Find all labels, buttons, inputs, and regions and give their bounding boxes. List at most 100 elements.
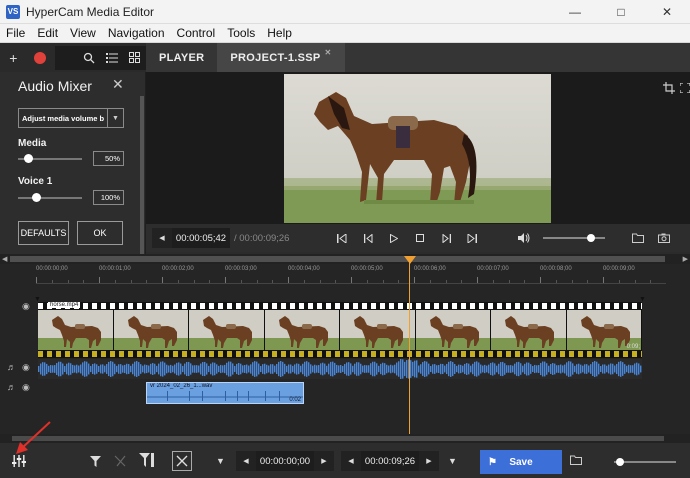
blank-tool-button[interactable]: [55, 45, 79, 70]
ruler-minor-tick: [193, 280, 195, 283]
menu-edit[interactable]: Edit: [31, 26, 64, 40]
close-window-button[interactable]: ✕: [644, 0, 690, 24]
video-clip[interactable]: horse.mp4 0:09;: [38, 302, 642, 358]
stop-icon[interactable]: [407, 234, 433, 242]
voice-channel-label: Voice 1: [18, 176, 53, 187]
volume-icon[interactable]: [511, 233, 537, 243]
timeline-zoom-slider[interactable]: [614, 457, 676, 467]
time-prev-arrow-icon[interactable]: ◀: [152, 228, 172, 248]
range-start-next-icon[interactable]: ▶: [314, 451, 334, 471]
fullscreen-icon[interactable]: [680, 77, 690, 99]
ruler-tick-label: 00:00:04;00: [288, 266, 320, 272]
ruler-tick-label: 00:00:05;00: [351, 266, 383, 272]
add-icon[interactable]: +: [2, 46, 25, 70]
play-icon[interactable]: [381, 233, 407, 243]
close-tab-icon[interactable]: ✕: [325, 48, 332, 57]
close-icon[interactable]: ✕: [112, 76, 124, 93]
mixer-title: Audio Mixer: [18, 78, 92, 94]
menu-file[interactable]: File: [0, 26, 31, 40]
save-label: Save: [509, 456, 533, 468]
ruler-minor-tick: [114, 280, 116, 283]
step-forward-icon[interactable]: [433, 233, 459, 243]
grid-view-icon[interactable]: [123, 45, 147, 70]
minimize-button[interactable]: —: [552, 0, 598, 24]
timeline-bottom-scroll-thumb[interactable]: [12, 436, 664, 441]
mark-selection-icon[interactable]: [172, 451, 192, 471]
split-disabled-icon[interactable]: [113, 454, 127, 468]
voice-volume-field[interactable]: 100%: [93, 190, 124, 205]
range-end-time[interactable]: 00:00:09;26: [361, 456, 419, 467]
media-audio-track[interactable]: [38, 359, 642, 379]
title-bar: VS HyperCam Media Editor — □ ✕: [0, 0, 690, 24]
menu-help[interactable]: Help: [261, 26, 298, 40]
player-volume-knob[interactable]: [586, 234, 595, 242]
defaults-button[interactable]: DEFAULTS: [18, 221, 69, 245]
output-folder-icon[interactable]: [570, 455, 582, 465]
ruler-tick: [414, 277, 415, 283]
playhead-handle[interactable]: [404, 256, 416, 264]
step-back-icon[interactable]: [355, 233, 381, 243]
record-button[interactable]: [29, 46, 52, 70]
range-end-next-icon[interactable]: ▶: [419, 451, 439, 471]
voice-volume-slider[interactable]: [18, 193, 82, 202]
timeline-top-scrollbar[interactable]: ◀ ▶: [0, 254, 690, 264]
ruler-tick: [36, 277, 37, 283]
left-panel-scrollbar[interactable]: [140, 96, 144, 256]
media-volume-slider[interactable]: [18, 154, 82, 163]
tab-project[interactable]: PROJECT-1.SSP ✕: [217, 43, 345, 72]
ruler-tick-label: 00:00:00;00: [36, 266, 68, 272]
voice-track-eye-icon[interactable]: ◉: [22, 382, 30, 393]
ruler-minor-tick: [366, 280, 368, 283]
audio-track-speaker-icon[interactable]: ♬: [7, 362, 16, 372]
mixer-mode-select[interactable]: Adjust media volume b ▼: [18, 108, 124, 128]
voice-track-speaker-icon[interactable]: ♬: [7, 382, 16, 392]
scroll-left-arrow-icon[interactable]: ◀: [2, 255, 7, 263]
trim-marker-icon[interactable]: [138, 451, 156, 469]
ruler-tick: [603, 277, 604, 283]
ruler-minor-tick: [508, 280, 510, 283]
ruler-tick: [162, 277, 163, 283]
list-view-icon[interactable]: [100, 45, 124, 70]
range-filter-start-icon[interactable]: ▼: [216, 456, 225, 466]
tab-player[interactable]: PLAYER: [146, 43, 217, 72]
voice-slider-knob[interactable]: [31, 193, 41, 202]
range-start-prev-icon[interactable]: ◀: [236, 451, 256, 471]
range-end-prev-icon[interactable]: ◀: [341, 451, 361, 471]
skip-to-start-icon[interactable]: [329, 233, 355, 243]
folder-icon[interactable]: [625, 233, 651, 243]
menu-tools[interactable]: Tools: [221, 26, 261, 40]
current-time[interactable]: 00:00:05;42: [172, 233, 230, 244]
ruler-tick-label: 00:00:08;00: [540, 266, 572, 272]
player-volume-slider[interactable]: [543, 233, 606, 243]
video-thumbnail: [189, 310, 264, 350]
crop-icon[interactable]: [658, 77, 680, 99]
snapshot-camera-icon[interactable]: [651, 233, 677, 243]
video-frame: [284, 74, 551, 223]
ok-button[interactable]: OK: [77, 221, 123, 245]
save-button[interactable]: ⚑ Save: [480, 450, 562, 474]
range-start-time[interactable]: 00:00:00;00: [256, 456, 314, 467]
audio-track-eye-icon[interactable]: ◉: [22, 362, 30, 373]
filter-icon[interactable]: [88, 454, 102, 468]
video-track-visibility-eye-icon[interactable]: ◉: [22, 301, 30, 312]
menu-view[interactable]: View: [64, 26, 102, 40]
timeline-bottom-scrollbar[interactable]: [0, 434, 690, 443]
menu-navigation[interactable]: Navigation: [102, 26, 171, 40]
zoom-slider-knob[interactable]: [616, 458, 624, 466]
maximize-button[interactable]: □: [598, 0, 644, 24]
search-icon[interactable]: [78, 45, 101, 70]
scroll-right-arrow-icon[interactable]: ▶: [683, 255, 688, 263]
timeline-top-scroll-thumb[interactable]: [10, 256, 665, 262]
playhead-line[interactable]: [409, 262, 410, 437]
ruler-minor-tick: [587, 280, 589, 283]
video-clip-label: horse.mp4: [48, 302, 81, 308]
range-filter-end-icon[interactable]: ▼: [448, 456, 457, 466]
record-icon: [34, 51, 46, 64]
media-volume-field[interactable]: 50%: [93, 151, 124, 166]
timeline-ruler[interactable]: 00:00:00;00 00:00:01;00 00:00:02;00 00:00:0…: [36, 264, 666, 284]
voice-clip[interactable]: vr 2024_02_26_1...wav 0:02: [146, 382, 304, 404]
menu-control[interactable]: Control: [171, 26, 222, 40]
skip-to-end-icon[interactable]: [459, 233, 485, 243]
ruler-tick: [99, 277, 100, 283]
media-slider-knob[interactable]: [23, 154, 33, 163]
